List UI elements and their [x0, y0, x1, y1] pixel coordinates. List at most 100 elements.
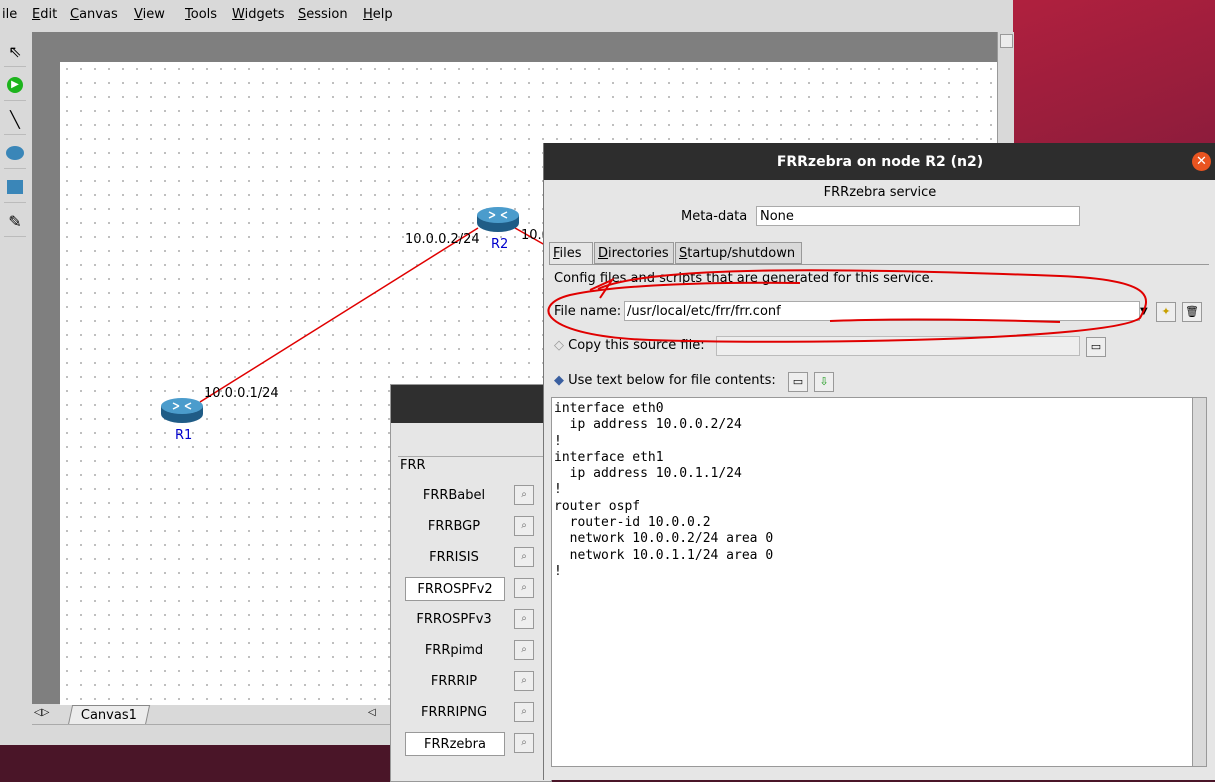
service-frrripng-label: FRRRIPNG: [420, 704, 488, 720]
node-label-r2: R2: [491, 237, 509, 252]
menu-tools[interactable]: Tools: [185, 7, 217, 22]
tab-canvas1[interactable]: Canvas1: [67, 705, 151, 725]
file-name-input[interactable]: /usr/local/etc/frr/frr.conf: [624, 301, 1140, 321]
menu-file[interactable]: ile: [2, 7, 17, 22]
menu-help-mnemonic: H: [363, 7, 373, 22]
browse-folder-icon[interactable]: ▭: [1086, 337, 1106, 357]
service-frrpimd-label: FRRpimd: [424, 642, 484, 658]
menu-canvas[interactable]: Canvas: [70, 7, 118, 22]
service-frrisis-label: FRRISIS: [429, 549, 479, 565]
meta-data-input[interactable]: None: [756, 206, 1080, 226]
start-session-icon[interactable]: ▶: [4, 70, 26, 101]
left-toolbar: ⇖ ▶ ╲ ✎: [0, 32, 30, 742]
service-frrripng-button[interactable]: FRRRIPNG: [405, 701, 503, 723]
service-frrrip-button[interactable]: FRRRIP: [405, 670, 503, 692]
menu-session-rest: ession: [306, 7, 348, 22]
service-config-dialog: FRRzebra on node R2 (n2) ✕ FRRzebra serv…: [543, 143, 1215, 780]
menu-widgets-mnemonic: W: [232, 7, 245, 22]
menu-widgets-rest: idgets: [244, 7, 285, 22]
service-frrospfv2-label: FRROSPFv2: [417, 581, 493, 597]
service-frrospfv2-button[interactable]: FRROSPFv2: [405, 577, 505, 601]
dialog-title: FRRzebra on node R2 (n2): [776, 153, 984, 170]
service-frrisis-button[interactable]: FRRISIS: [405, 546, 503, 568]
service-frrisis-config-icon[interactable]: ⌕: [514, 547, 534, 567]
use-text-label: Use text below for file contents:: [568, 373, 776, 388]
link-tool-icon[interactable]: ╲: [4, 104, 26, 135]
service-title: FRRzebra service: [823, 185, 937, 200]
close-icon[interactable]: ✕: [1192, 152, 1211, 171]
menu-view[interactable]: View: [134, 7, 165, 22]
node-label-r1: R1: [175, 428, 193, 443]
config-note: Config files and scripts that are genera…: [554, 271, 934, 286]
frr-group-label: FRR: [400, 458, 430, 473]
annotation-pencil-icon[interactable]: ✎: [4, 206, 26, 237]
service-frrripng-config-icon[interactable]: ⌕: [514, 702, 534, 722]
meta-data-label: Meta-data: [681, 209, 748, 224]
service-frrospfv3-config-icon[interactable]: ⌕: [514, 609, 534, 629]
menu-widgets[interactable]: Widgets: [232, 7, 285, 22]
menu-edit-rest: dit: [40, 7, 58, 22]
menubar: ile Edit Canvas View Tools Widgets Sessi…: [0, 0, 1013, 30]
service-frrzebra-config-icon[interactable]: ⌕: [514, 733, 534, 753]
menu-session[interactable]: Session: [298, 7, 348, 22]
delete-file-icon[interactable]: 🗑: [1182, 302, 1202, 322]
service-frrpimd-button[interactable]: FRRpimd: [405, 639, 503, 661]
menu-view-rest: iew: [142, 7, 165, 22]
scroll-up-arrow-icon[interactable]: [1000, 34, 1013, 48]
open-file-icon[interactable]: ▭: [788, 372, 808, 392]
menu-canvas-rest: anvas: [79, 7, 118, 22]
menu-view-mnemonic: V: [134, 7, 143, 22]
router-tool-icon[interactable]: [4, 138, 26, 169]
menu-help-rest: elp: [372, 7, 393, 22]
service-frrbgp-label: FRRBGP: [427, 518, 481, 534]
service-frrbabel-label: FRRBabel: [422, 487, 486, 503]
tab-scroll-arrows-icon[interactable]: ◁▷: [34, 707, 49, 718]
radio-empty-icon: ◇: [554, 338, 564, 353]
service-frrospfv2-config-icon[interactable]: ⌕: [514, 578, 534, 598]
file-name-label: File name:: [554, 304, 622, 319]
tab-startup-shutdown[interactable]: Startup/shutdown: [675, 242, 802, 264]
tab-canvas1-label: Canvas1: [80, 708, 137, 723]
tab-startup-rest: tartup/shutdown: [687, 246, 796, 261]
tab-directories-rest: irectories: [608, 246, 669, 261]
service-frrrip-label: FRRRIP: [430, 673, 478, 689]
service-frrbgp-button[interactable]: FRRBGP: [405, 515, 503, 537]
menu-edit-mnemonic: E: [32, 7, 41, 22]
link-label-r1: 10.0.0.1/24: [204, 386, 279, 401]
tab-scroll-left-icon[interactable]: ◁: [368, 707, 376, 718]
tab-files[interactable]: Files: [549, 242, 593, 264]
service-frrospfv3-label: FRROSPFv3: [416, 611, 492, 627]
tab-directories-mnemonic: D: [598, 246, 609, 261]
menu-canvas-mnemonic: C: [70, 7, 80, 22]
dialog-titlebar: FRRzebra on node R2 (n2): [544, 143, 1215, 180]
service-frrbabel-button[interactable]: FRRBabel: [405, 484, 503, 506]
copy-source-radio[interactable]: ◇ Copy this source file:: [554, 338, 705, 353]
service-frrzebra-button[interactable]: FRRzebra: [405, 732, 505, 756]
router-r2-icon[interactable]: [476, 205, 520, 233]
tab-directories[interactable]: Directories: [594, 242, 674, 264]
menu-help[interactable]: Help: [363, 7, 393, 22]
service-frrzebra-label: FRRzebra: [424, 736, 486, 752]
select-tool-icon[interactable]: ⇖: [4, 36, 26, 67]
copy-source-input: [716, 336, 1080, 356]
service-frrrip-config-icon[interactable]: ⌕: [514, 671, 534, 691]
services-dialog-titlebar: [391, 385, 551, 423]
link-label-r2: 10.0.0.2/24: [405, 232, 480, 247]
menu-edit[interactable]: Edit: [32, 7, 57, 22]
file-name-dropdown-icon[interactable]: ▼: [1140, 306, 1148, 317]
service-frrospfv3-button[interactable]: FRROSPFv3: [405, 608, 503, 630]
editor-scrollbar[interactable]: [1192, 397, 1207, 767]
use-text-radio[interactable]: ◆ Use text below for file contents:: [554, 373, 776, 388]
router-r1-icon[interactable]: [160, 396, 204, 424]
new-file-icon[interactable]: ✦: [1156, 302, 1176, 322]
service-frrbgp-config-icon[interactable]: ⌕: [514, 516, 534, 536]
radio-selected-icon: ◆: [554, 373, 564, 388]
menu-tools-rest: ools: [190, 7, 218, 22]
save-file-icon[interactable]: ⇩: [814, 372, 834, 392]
service-frrbabel-config-icon[interactable]: ⌕: [514, 485, 534, 505]
service-frrpimd-config-icon[interactable]: ⌕: [514, 640, 534, 660]
tab-files-rest: iles: [559, 246, 582, 261]
file-contents-editor[interactable]: interface eth0 ip address 10.0.0.2/24 ! …: [551, 397, 1199, 767]
copy-source-label: Copy this source file:: [568, 338, 705, 353]
switch-tool-icon[interactable]: [4, 172, 26, 203]
